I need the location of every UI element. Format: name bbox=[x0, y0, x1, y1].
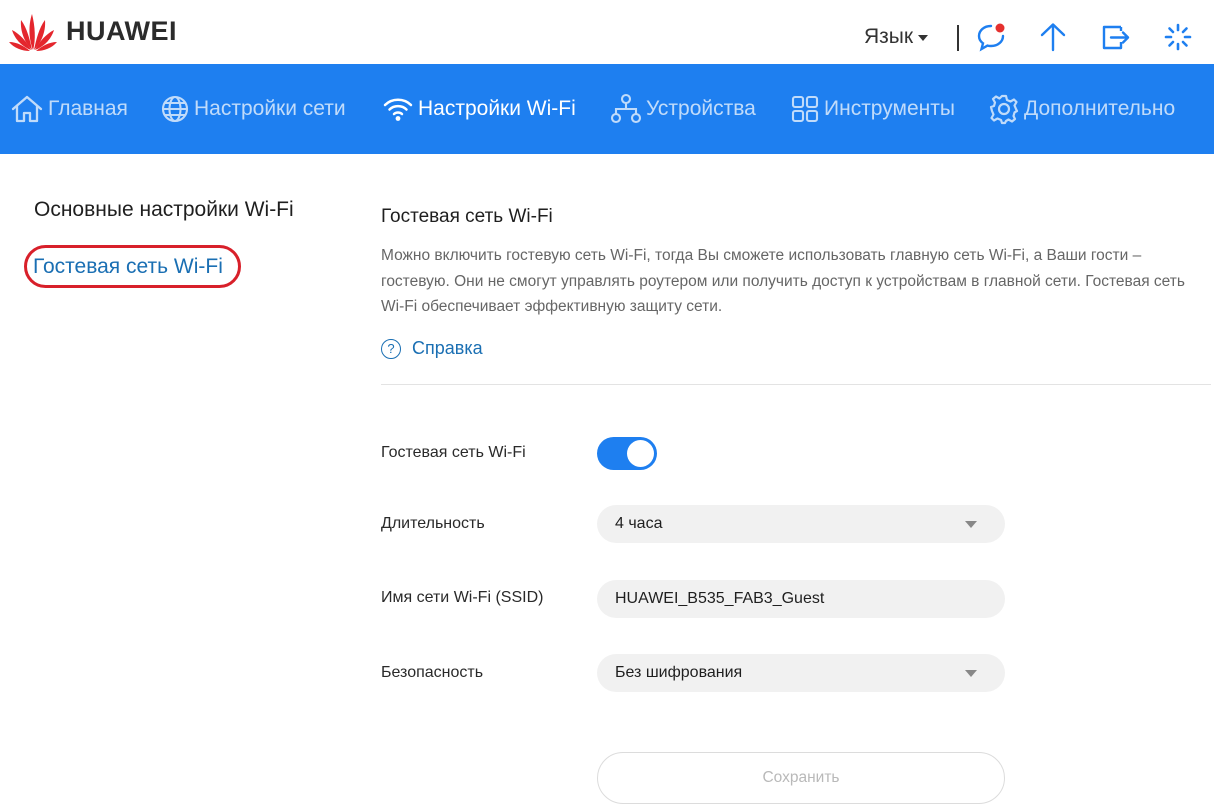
guest-wifi-toggle[interactable] bbox=[597, 437, 657, 470]
dropdown-arrow-icon bbox=[965, 521, 977, 528]
nav-wifi-settings[interactable]: Настройки Wi-Fi bbox=[382, 64, 576, 154]
devices-icon bbox=[610, 93, 642, 124]
sidebar-item-guest-wifi[interactable]: Гостевая сеть Wi-Fi bbox=[33, 255, 223, 279]
security-label: Безопасность bbox=[381, 664, 484, 681]
ssid-input[interactable]: HUAWEI_B535_FAB3_Guest bbox=[597, 580, 1005, 618]
dropdown-arrow-icon bbox=[965, 670, 977, 677]
save-button[interactable]: Сохранить bbox=[597, 752, 1005, 804]
language-label: Язык bbox=[864, 25, 914, 48]
nav-devices[interactable]: Устройства bbox=[610, 64, 756, 154]
home-icon bbox=[11, 95, 43, 123]
help-link[interactable]: ? Справка bbox=[381, 338, 483, 359]
caret-down-icon bbox=[918, 35, 929, 41]
nav-label-wifi: Настройки Wi-Fi bbox=[418, 97, 576, 120]
nav-label-advanced: Дополнительно bbox=[1024, 97, 1176, 120]
nav-network-settings[interactable]: Настройки сети bbox=[160, 64, 346, 154]
top-bar: HUAWEI Язык bbox=[0, 0, 1214, 64]
upload-icon[interactable] bbox=[1037, 20, 1069, 54]
huawei-flower-icon bbox=[9, 14, 57, 51]
nav-label-network: Настройки сети bbox=[194, 97, 346, 120]
brand-name: HUAWEI bbox=[66, 15, 177, 46]
page-title: Гостевая сеть Wi-Fi bbox=[381, 206, 553, 227]
duration-select[interactable]: 4 часа bbox=[597, 505, 1005, 543]
nav-label-tools: Инструменты bbox=[824, 97, 955, 120]
main-nav: Главная Настройки сети Настройки Wi-Fi У… bbox=[0, 64, 1214, 154]
language-dropdown[interactable]: Язык bbox=[864, 25, 929, 49]
wifi-icon bbox=[383, 98, 413, 121]
sidebar-item-basic-wifi[interactable]: Основные настройки Wi-Fi bbox=[34, 198, 294, 222]
page-description: Можно включить гостевую сеть Wi-Fi, тогд… bbox=[381, 247, 1185, 315]
duration-label: Длительность bbox=[381, 515, 485, 532]
security-value: Без шифрования bbox=[615, 664, 743, 681]
huawei-logo: HUAWEI bbox=[8, 10, 177, 52]
tools-icon bbox=[791, 95, 819, 123]
globe-icon bbox=[161, 95, 189, 123]
nav-tools[interactable]: Инструменты bbox=[790, 64, 955, 154]
question-icon: ? bbox=[381, 338, 401, 359]
ssid-value: HUAWEI_B535_FAB3_Guest bbox=[615, 590, 825, 607]
loading-icon[interactable] bbox=[1162, 20, 1194, 54]
toggle-knob bbox=[627, 440, 654, 467]
ssid-label: Имя сети Wi-Fi (SSID) bbox=[381, 589, 544, 606]
nav-label-devices: Устройства bbox=[646, 97, 756, 120]
help-label: Справка bbox=[412, 338, 483, 358]
logout-icon[interactable] bbox=[1099, 20, 1131, 54]
guest-wifi-label: Гостевая сеть Wi-Fi bbox=[381, 444, 526, 461]
nav-label-home: Главная bbox=[48, 97, 128, 120]
gear-icon bbox=[989, 94, 1019, 125]
security-select[interactable]: Без шифрования bbox=[597, 654, 1005, 692]
divider bbox=[381, 384, 1211, 385]
duration-value: 4 часа bbox=[615, 515, 663, 532]
nav-advanced[interactable]: Дополнительно bbox=[988, 64, 1175, 154]
header-divider bbox=[957, 25, 959, 51]
message-icon[interactable] bbox=[975, 20, 1007, 54]
nav-home[interactable]: Главная bbox=[10, 64, 128, 154]
